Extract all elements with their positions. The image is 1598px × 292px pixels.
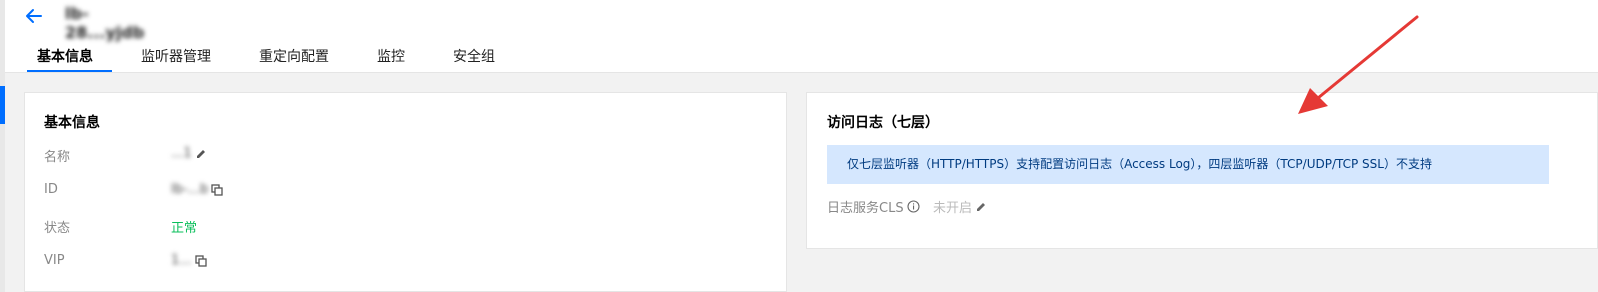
access-log-title: 访问日志（七层） bbox=[827, 115, 939, 131]
name-value: ...1 bbox=[171, 146, 192, 161]
id-label: ID bbox=[44, 182, 58, 197]
tab-monitoring[interactable]: 监控 bbox=[377, 46, 405, 72]
active-tab-underline bbox=[27, 70, 112, 72]
name-label: 名称 bbox=[44, 150, 71, 165]
status-label: 状态 bbox=[44, 221, 71, 236]
tab-security-group[interactable]: 安全组 bbox=[453, 46, 495, 72]
tab-redirect-config[interactable]: 重定向配置 bbox=[259, 46, 329, 72]
page-header: lb-28...yjdb 基本信息 监听器管理 重定向配置 监控 安全组 bbox=[5, 0, 1598, 73]
info-icon[interactable] bbox=[907, 200, 920, 213]
log-service-status-row: 未开启 bbox=[933, 197, 987, 216]
copy-icon[interactable] bbox=[211, 183, 223, 196]
basic-info-title: 基本信息 bbox=[44, 115, 100, 131]
vip-value: 1... bbox=[171, 253, 192, 268]
back-arrow-icon[interactable] bbox=[23, 6, 45, 26]
access-log-notice: 仅七层监听器（HTTP/HTTPS）支持配置访问日志（Access Log），四… bbox=[827, 145, 1549, 184]
instance-name: lb-28...yjdb bbox=[65, 4, 145, 42]
edit-icon[interactable] bbox=[975, 201, 987, 213]
log-service-status: 未开启 bbox=[933, 201, 973, 216]
id-value-row: lb-...b bbox=[171, 182, 223, 197]
name-value-row: ...1 bbox=[171, 146, 207, 161]
tab-listener-management[interactable]: 监听器管理 bbox=[141, 46, 211, 72]
vip-label: VIP bbox=[44, 253, 65, 268]
log-service-label-row: 日志服务CLS bbox=[827, 197, 920, 216]
edit-icon[interactable] bbox=[195, 148, 207, 160]
status-value: 正常 bbox=[171, 221, 198, 236]
vip-value-row: 1... bbox=[171, 253, 207, 268]
id-value: lb-...b bbox=[171, 182, 209, 197]
tab-basic-info[interactable]: 基本信息 bbox=[37, 46, 93, 72]
log-service-label: 日志服务CLS bbox=[827, 201, 904, 216]
left-sidebar-active-indicator bbox=[0, 86, 5, 124]
copy-icon[interactable] bbox=[195, 254, 207, 267]
access-log-card: 访问日志（七层） 仅七层监听器（HTTP/HTTPS）支持配置访问日志（Acce… bbox=[806, 92, 1598, 249]
basic-info-card: 基本信息 名称 ...1 ID lb-...b 状态 正常 VIP 1... bbox=[24, 92, 787, 292]
